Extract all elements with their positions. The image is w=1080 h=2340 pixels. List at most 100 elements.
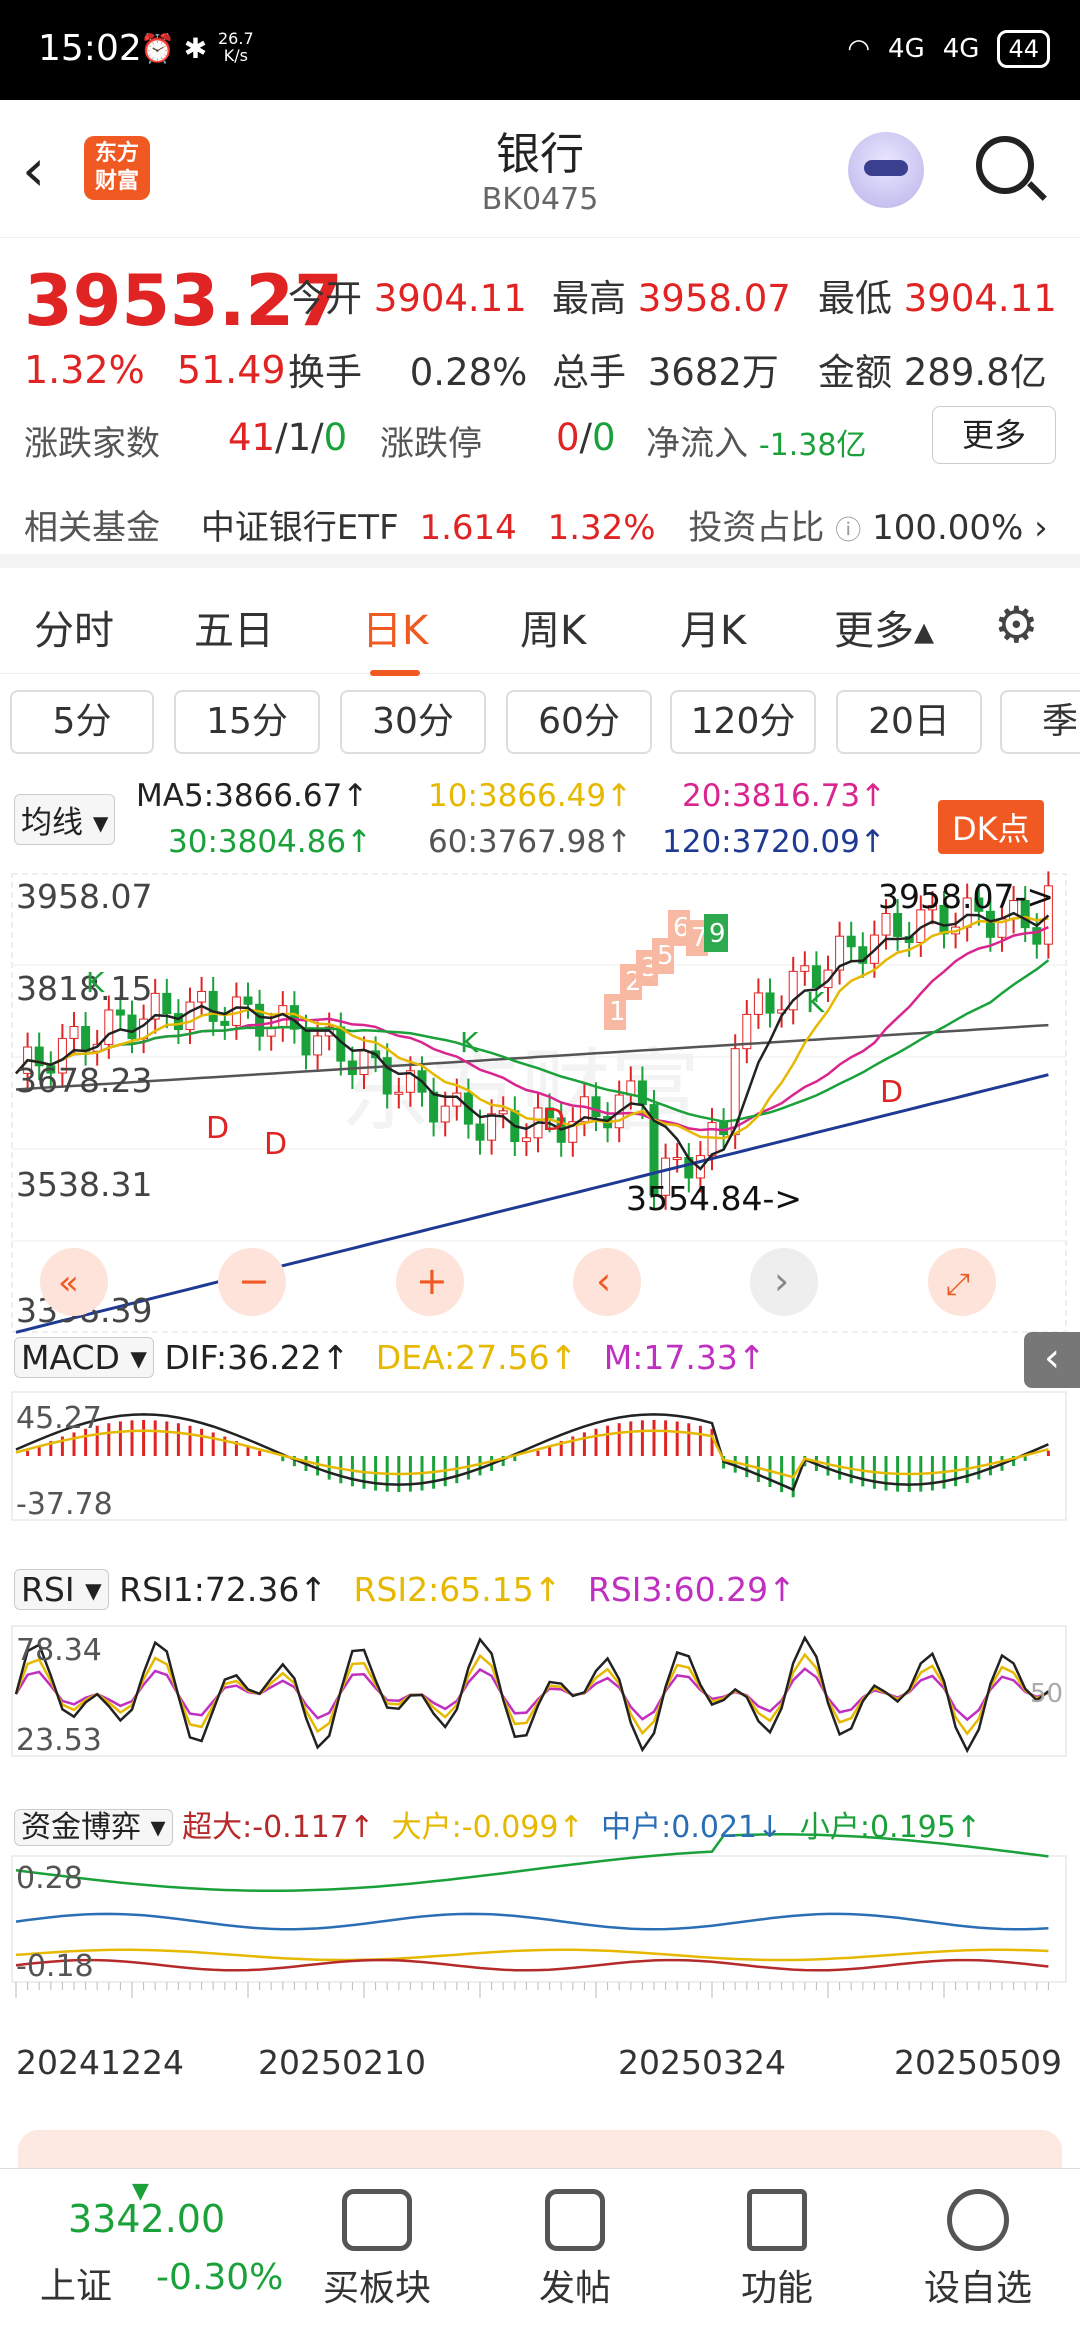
ai-assistant-icon[interactable] [848, 132, 924, 208]
ratio-label: 投资占比 [688, 508, 825, 548]
nav-functions[interactable]: 功能 [732, 2169, 822, 2311]
macd-selector[interactable]: MACD ▾ [14, 1337, 154, 1378]
price-change: 1.32% 51.49 [24, 348, 286, 392]
candle-body [255, 1003, 265, 1037]
candle-body [208, 990, 218, 1022]
mid-value: 中户:0.021↓ [601, 1810, 783, 1845]
period-20d[interactable]: 20日 [836, 690, 982, 754]
search-icon[interactable] [976, 136, 1034, 194]
gear-icon[interactable]: ⚙ [994, 596, 1039, 654]
mid-flow-line [15, 1912, 1049, 1931]
status-right: ◠ 4G 4G 44 [847, 30, 1050, 68]
fund-pct: 1.32% [547, 508, 656, 548]
related-fund-row[interactable]: 相关基金 中证银行ETF 1.614 1.32% 投资占比 ⓘ 100.00% … [24, 500, 1064, 549]
low-annotation: 3554.84-> [626, 1179, 802, 1218]
candle-body [162, 992, 172, 1015]
small-value: 小户:0.195↑ [799, 1810, 981, 1845]
candle-body [313, 1035, 323, 1056]
plus-icon: + [416, 1259, 448, 1303]
k-marker: K [806, 986, 825, 1019]
super-flow-line [15, 1958, 1049, 1972]
period-120m[interactable]: 120分 [670, 690, 816, 754]
high-row: 最高 3958.07 [552, 268, 791, 322]
rsi-selector-label: RSI [21, 1570, 75, 1609]
period-15m[interactable]: 15分 [174, 690, 320, 754]
candle-body [881, 913, 891, 936]
amount-row: 金额 289.8亿 [818, 342, 1047, 396]
ma10-value: 10:3866.49↑ [428, 778, 633, 814]
candle-body [289, 1005, 299, 1030]
nav-post[interactable]: 发帖 [530, 2169, 620, 2311]
candle-body [765, 992, 775, 1014]
candle-body [115, 1009, 125, 1016]
ma60-value: 60:3767.98↑ [428, 824, 633, 860]
high-label: 最高 [552, 277, 626, 320]
rsi-selector[interactable]: RSI ▾ [14, 1569, 109, 1610]
ma-selector[interactable]: 均线 ▾ [14, 794, 116, 845]
nav-add-watchlist[interactable]: 设自选 [918, 2169, 1038, 2311]
dk-button[interactable]: DK点 [938, 800, 1044, 854]
updown-label: 涨跌家数 [24, 424, 160, 464]
date-label-2: 20250210 [258, 2043, 426, 2082]
rsi-top: 78.34 [16, 1633, 102, 1668]
ma5-value: MA5:3866.67↑ [136, 778, 369, 814]
rsi1-value: RSI1:72.36↑ [119, 1570, 328, 1609]
period-30m[interactable]: 30分 [340, 690, 486, 754]
collapse-panel-button[interactable]: ‹ [1024, 1332, 1080, 1388]
high-value: 3958.07 [637, 277, 791, 320]
arrow-down-icon: ▼ [132, 2179, 149, 2204]
chevron-left-icon: ‹ [596, 1259, 611, 1303]
open-label: 今开 [288, 277, 362, 320]
fund-price: 1.614 [419, 508, 517, 548]
index-pct: -0.30% [156, 2257, 284, 2298]
limit-down: 0 [592, 416, 616, 459]
candle-body [220, 1020, 230, 1026]
candle-body [127, 1014, 137, 1040]
ma-selector-label: 均线 [21, 805, 83, 841]
high-annotation: 3958.07-> [878, 877, 1054, 916]
tab-more[interactable]: 更多▴ [834, 598, 934, 656]
period-60m[interactable]: 60分 [506, 690, 652, 754]
more-button[interactable]: 更多 [932, 406, 1056, 464]
candle-body [637, 1080, 647, 1106]
d-marker: D [542, 1103, 565, 1138]
candle-body [104, 1009, 114, 1045]
period-quarter[interactable]: 季 [1000, 690, 1080, 754]
netflow-value: -1.38亿 [758, 428, 867, 463]
candle-body [69, 1026, 79, 1039]
flow-selector[interactable]: 资金博弈 ▾ [14, 1809, 173, 1846]
chart-controls: « − + ‹ › ⤢ [40, 1248, 996, 1316]
nav-buy-sector[interactable]: 买板块 [318, 2169, 436, 2311]
tab-intraday[interactable]: 分时 [34, 598, 114, 656]
chart-area[interactable]: 东方财富 3958.07 3818.15 3678.23 3538.31 339… [0, 862, 1080, 2122]
period-5m[interactable]: 5分 [10, 690, 154, 754]
rsi3-value: RSI3:60.29↑ [587, 1570, 796, 1609]
amount-label: 金额 [818, 351, 892, 394]
tab-daily-k[interactable]: 日K [362, 598, 428, 676]
y-axis-3: 3678.23 [16, 1061, 152, 1100]
open-row: 今开 3904.11 [288, 268, 527, 322]
nav-label: 买板块 [322, 2268, 431, 2309]
tab-5day[interactable]: 五日 [194, 598, 274, 656]
status-time: 15:02 [38, 28, 142, 69]
d-marker: D [264, 1127, 287, 1162]
candle-body [440, 1105, 450, 1123]
d-marker: D [880, 1075, 903, 1110]
promo-banner[interactable] [18, 2130, 1062, 2170]
flow-legend: 资金博弈 ▾ 超大:-0.117↑ 大户:-0.099↑ 中户:0.021↓ 小… [14, 1802, 981, 1846]
help-icon[interactable]: ⓘ [835, 516, 861, 546]
macd-legend: MACD ▾ DIF:36.22↑ DEA:27.56↑ M:17.33↑ [14, 1337, 766, 1378]
low-row: 最低 3904.11 [818, 268, 1057, 322]
tab-monthly-k[interactable]: 月K [680, 598, 746, 656]
change-pct: 1.32% [24, 348, 145, 392]
date-label-4: 20250509 [894, 2043, 1062, 2082]
tab-weekly-k[interactable]: 周K [520, 598, 586, 656]
candle-body [811, 965, 821, 989]
nav-label: 发帖 [538, 2268, 611, 2309]
large-flow-line [15, 1948, 1049, 1962]
nav-label: 功能 [740, 2268, 813, 2309]
alarm-bluetooth-icons: ⏰ ✱ [140, 32, 208, 65]
page-header: ‹ 东方 财富 银行 BK0475 [0, 100, 1080, 238]
battery-icon: 44 [997, 30, 1050, 68]
candle-body [498, 1110, 508, 1115]
